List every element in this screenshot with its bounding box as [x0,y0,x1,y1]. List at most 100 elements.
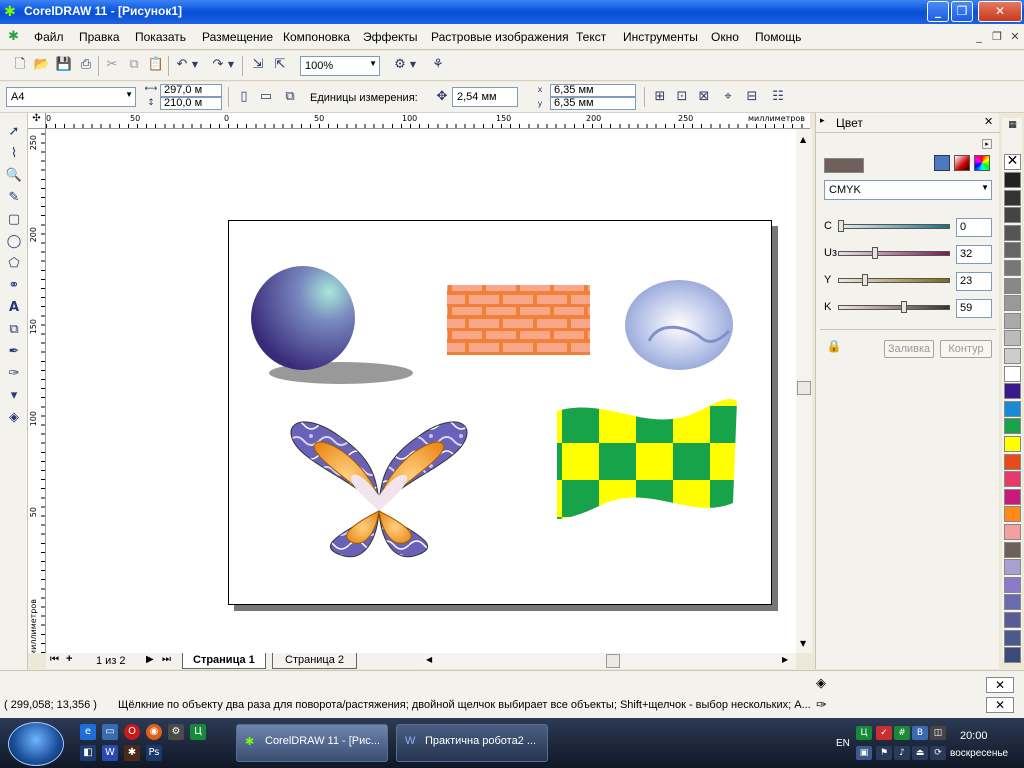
shape-tool-icon[interactable]: ⌇ [4,146,24,166]
palette-swatch[interactable] [1004,260,1021,276]
pick-tool-icon[interactable]: ➚ [4,124,24,144]
palette-swatch[interactable] [1004,330,1021,347]
document-menu-icon[interactable]: ✱ [8,29,19,44]
redo-icon[interactable]: ↷ [208,55,228,75]
no-color-swatch[interactable]: ✕ [1004,154,1021,170]
palette-swatch[interactable] [1004,524,1021,540]
palette-swatch[interactable] [1004,418,1021,435]
minimize-button[interactable]: _ [927,1,949,22]
close-button[interactable]: ✕ [978,1,1022,22]
palette-swatch[interactable] [1004,647,1021,664]
tray-device-icon[interactable]: ◫ [930,726,946,740]
channel-slider[interactable] [838,224,950,229]
menu-view[interactable]: Показать [135,30,186,44]
scroll-left-icon[interactable]: ◀ [426,655,432,664]
eyedropper-tool-icon[interactable]: ✒ [4,344,24,364]
docker-close-icon[interactable]: ✕ [984,115,993,128]
palette-swatch[interactable] [1004,506,1021,523]
palette-swatch[interactable] [1004,594,1021,611]
palette-swatch[interactable] [1004,312,1021,329]
outline-tool-icon[interactable]: ✑ [4,366,24,386]
lock-icon[interactable]: 🔒 [826,339,842,355]
outline-button[interactable]: Контур [940,340,992,358]
tab-page-2[interactable]: Страница 2 [272,653,358,669]
channel-value-field[interactable]: 0 [956,218,992,237]
polygon-tool-icon[interactable]: ⬠ [4,256,24,276]
taskbar-word[interactable]: W Практична робота2 ... [396,724,548,762]
menu-text[interactable]: Текст [576,30,606,44]
cloud-ellipse[interactable] [625,280,733,370]
ie-icon[interactable]: e [80,724,96,740]
color-model-select[interactable]: CMYK ▼ [824,180,992,200]
copy-icon[interactable]: ⧉ [124,55,144,75]
palette-swatch[interactable] [1004,612,1021,628]
ruler-origin-icon[interactable]: ✣ [28,113,46,129]
palette-swatch[interactable] [1004,224,1021,241]
dynamic-guides-icon[interactable]: ⌖ [718,87,738,107]
tray-network-icon[interactable]: # [894,726,910,740]
color-sliders-icon[interactable] [934,155,950,171]
snap-objects-icon[interactable]: ⊠ [694,87,714,107]
vertical-scroll-thumb[interactable] [797,381,811,395]
channel-value-field[interactable]: 32 [956,245,992,264]
scroll-down-icon[interactable]: ▼ [800,639,806,648]
channel-slider-thumb[interactable] [862,274,869,286]
palette-swatch[interactable] [1004,453,1021,470]
fill-button[interactable]: Заливка [884,340,934,358]
menu-effects[interactable]: Эффекты [363,30,418,44]
duplicate-x-field[interactable]: 6,35 мм [550,84,636,97]
channel-slider[interactable] [838,305,950,310]
page-width-field[interactable]: 297,0 м [160,84,222,97]
palette-swatch[interactable] [1004,559,1021,576]
rectangle-tool-icon[interactable]: ▢ [4,212,24,232]
maximize-button[interactable]: ❐ [951,1,973,22]
doc-minimize-button[interactable]: _ [972,30,986,43]
palette-swatch[interactable] [1004,629,1021,646]
nudge-field[interactable]: 2,54 мм [452,87,518,107]
palette-swatch[interactable] [1004,277,1021,294]
color-viewers-icon[interactable] [954,155,970,171]
open-icon[interactable]: 📂 [32,55,52,75]
drawing-canvas[interactable] [46,129,796,653]
palette-swatch[interactable] [1004,471,1021,488]
palette-swatch[interactable] [1004,400,1021,417]
app-green-icon[interactable]: Ц [190,724,206,740]
interactive-blend-tool-icon[interactable]: ⧉ [4,322,24,342]
channel-value-field[interactable]: 23 [956,272,992,291]
show-desktop-icon[interactable]: ◧ [80,745,96,761]
palette-swatch[interactable] [1004,576,1021,593]
palette-swatch[interactable] [1004,488,1021,505]
page-height-field[interactable]: 210,0 м [160,97,222,110]
photoshop-icon[interactable]: Ps [146,745,162,761]
zoom-select[interactable]: 100% ▼ [300,56,380,76]
cut-icon[interactable]: ✂ [102,55,122,75]
language-indicator[interactable]: EN [836,738,850,749]
text-tool-icon[interactable]: A [4,300,24,320]
print-icon[interactable]: ⎙ [76,55,96,75]
redo-dropdown-icon[interactable]: ▼ [226,55,236,75]
outline-status-icon[interactable]: ✑ [816,697,827,713]
menu-layout[interactable]: Размещение [202,30,273,44]
tray-antivirus-icon[interactable]: ✓ [876,726,892,740]
firefox-icon[interactable]: ◉ [146,724,162,740]
next-page-icon[interactable]: ▶ [146,654,154,665]
undo-dropdown-icon[interactable]: ▼ [190,55,200,75]
menu-file[interactable]: Файл [34,30,64,44]
channel-slider-thumb[interactable] [900,301,907,313]
undo-icon[interactable]: ↶ [172,55,192,75]
scroll-up-icon[interactable]: ▲ [800,135,806,144]
interactive-fill-tool-icon[interactable]: ◈ [4,410,24,430]
menu-help[interactable]: Помощь [755,30,801,44]
vertical-scrollbar[interactable]: ▲ ▼ [796,129,812,653]
menu-bitmaps[interactable]: Растровые изображения [431,30,569,44]
add-page-icon[interactable]: + [66,653,72,665]
clock-time[interactable]: 20:00 [960,730,988,742]
brick-wall[interactable] [447,285,590,355]
channel-slider[interactable] [838,278,950,283]
menu-arrange[interactable]: Компоновка [283,30,350,44]
tray-flag-icon[interactable]: ⚑ [876,746,892,760]
tray-usb-icon[interactable]: ⏏ [912,746,928,760]
options-icon[interactable]: ☷ [768,87,788,107]
duplicate-y-field[interactable]: 6,35 мм [550,97,636,110]
portrait-icon[interactable]: ▯ [234,87,254,107]
